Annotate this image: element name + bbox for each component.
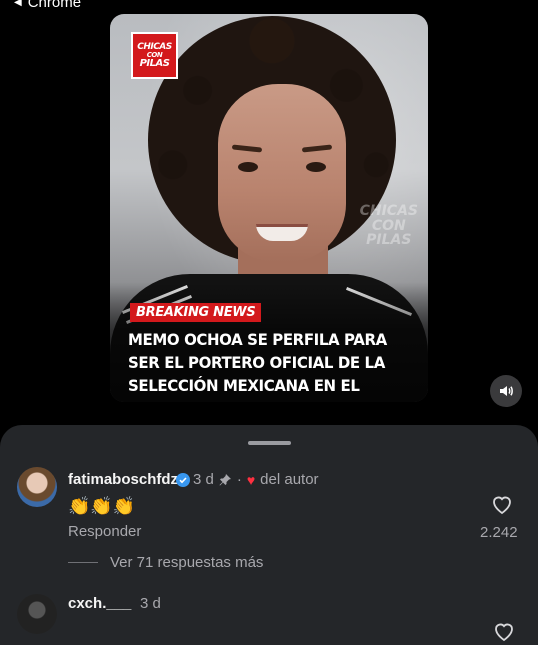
comment-username[interactable]: fatimaboschfdz: [68, 471, 178, 488]
brand-logo: CHICAS CON PILAS: [131, 32, 178, 79]
sheet-grabber[interactable]: [248, 441, 291, 445]
back-label: Chrome: [27, 0, 82, 11]
comment-username[interactable]: cxch.___: [68, 595, 131, 612]
brand-watermark: CHICAS CON PILAS: [359, 203, 418, 249]
like-count: 2.242: [480, 524, 518, 541]
comment-age: 3 d: [140, 595, 161, 612]
reply-button[interactable]: Responder: [68, 523, 141, 540]
heart-like-icon[interactable]: [490, 493, 514, 515]
author-heart-icon: ♥: [246, 471, 256, 488]
back-to-chrome[interactable]: ◀ Chrome: [14, 0, 81, 11]
avatar[interactable]: [17, 467, 57, 507]
comments-sheet: fatimaboschfdz 3 d · ♥ del autor 👏👏👏 Res…: [0, 425, 538, 645]
sound-toggle-button[interactable]: [490, 375, 522, 407]
pin-icon: [219, 474, 231, 486]
comment-meta: 3 d · ♥ del autor: [176, 471, 319, 488]
view-more-replies-button[interactable]: Ver 71 respuestas más: [110, 554, 263, 571]
comment-meta: 3 d: [140, 595, 161, 612]
comment-text: 👏👏👏: [68, 496, 136, 516]
speaker-icon: [500, 386, 513, 396]
post-image[interactable]: CHICAS CON PILAS CHICAS CON PILAS BREAKI…: [110, 14, 428, 402]
meta-separator: ·: [236, 471, 242, 488]
author-like-label: del autor: [260, 471, 319, 488]
avatar[interactable]: [17, 594, 57, 634]
person-face: [218, 84, 346, 262]
verified-badge-icon: [176, 473, 190, 487]
replies-divider: [68, 562, 98, 563]
breaking-news-badge: BREAKING NEWS: [130, 303, 262, 322]
back-arrow-icon: ◀: [14, 0, 22, 8]
comment-age: 3 d: [193, 471, 214, 488]
heart-like-icon[interactable]: [492, 620, 516, 642]
post-headline: MEMO OCHOA SE PERFILA PARA SER EL PORTER…: [128, 330, 387, 402]
